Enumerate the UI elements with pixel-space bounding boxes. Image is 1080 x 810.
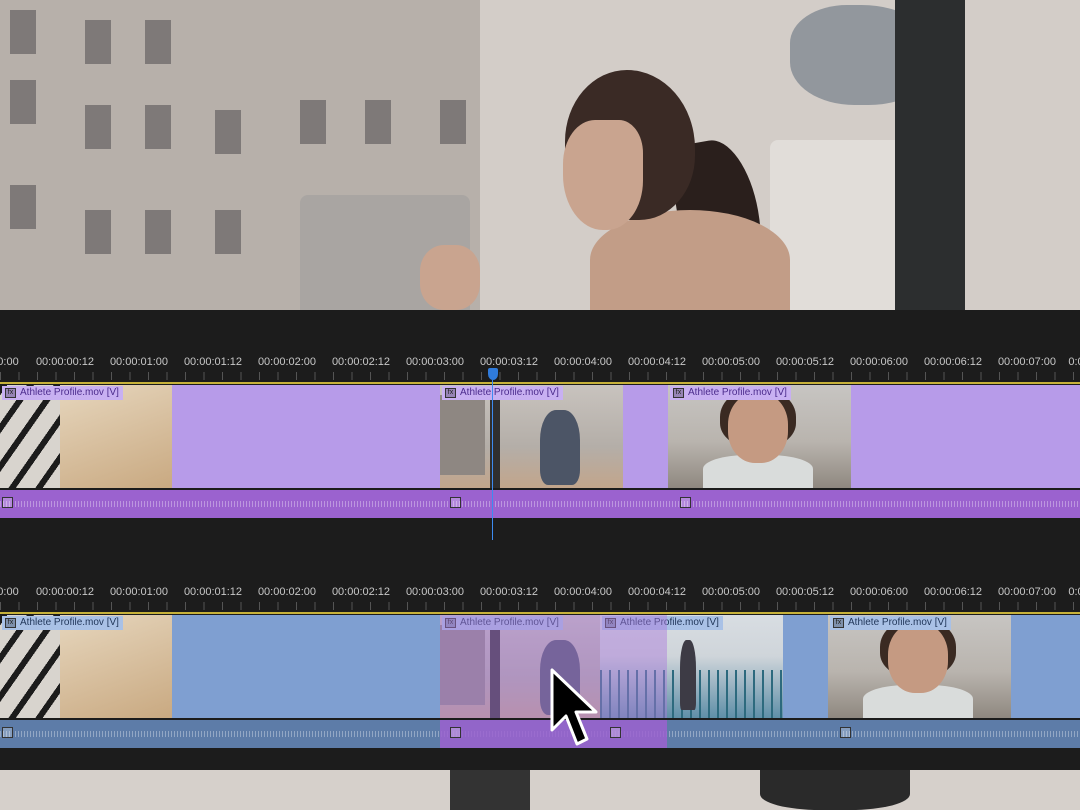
time-ruler[interactable]: 0:00 00:00:00:12 00:00:01:00 00:00:01:12… <box>0 350 1080 380</box>
ruler-ticks <box>0 372 1080 380</box>
timecode-label: 0:0 <box>1068 586 1080 598</box>
timecode-label: 00:00:02:12 <box>331 586 391 598</box>
audio-track[interactable] <box>0 490 1080 518</box>
timecode-label: 00:00:03:00 <box>405 586 465 598</box>
clip-thumbnail <box>828 615 1011 718</box>
ruler-ticks <box>0 602 1080 610</box>
fx-icon <box>610 727 621 738</box>
clip-label: fx Athlete Profile.mov [V] <box>670 386 791 400</box>
clip-label: fx Athlete Profile.mov [V] <box>830 616 951 630</box>
timecode-label: 00:00:06:12 <box>923 586 983 598</box>
fx-icon <box>450 727 461 738</box>
timecode-label: 00:00:02:00 <box>257 586 317 598</box>
timecode-label: 00:00:02:00 <box>257 356 317 368</box>
clip-thumbnail <box>0 385 172 488</box>
timecode-label: 00:00:04:00 <box>553 586 613 598</box>
fx-icon <box>840 727 851 738</box>
clip-label: fx Athlete Profile.mov [V] <box>442 386 563 400</box>
timecode-label: 00:00:06:00 <box>849 586 909 598</box>
fx-icon: fx <box>445 388 456 398</box>
timecode-label: 00:00:07:00 <box>997 586 1057 598</box>
fx-icon: fx <box>673 388 684 398</box>
audio-track[interactable] <box>0 720 1080 748</box>
video-track[interactable]: fx Athlete Profile.mov [V] fx Athlete Prof… <box>0 615 1080 718</box>
timecode-label: 00:00:05:00 <box>701 586 761 598</box>
runner-face <box>563 120 643 230</box>
fx-icon <box>2 497 13 508</box>
clip-label: fx Athlete Profile.mov [V] <box>2 386 123 400</box>
rooftop-tank <box>770 140 910 310</box>
timecode-label: 0:0 <box>1068 356 1080 368</box>
timecode-label: 00:00:01:00 <box>109 586 169 598</box>
playhead-icon[interactable] <box>488 368 498 380</box>
timecode-label: 00:00:01:00 <box>109 356 169 368</box>
fx-icon: fx <box>833 618 844 628</box>
fx-icon: fx <box>5 388 16 398</box>
timecode-label: 00:00:02:12 <box>331 356 391 368</box>
timecode-label: 00:00:04:12 <box>627 356 687 368</box>
timecode-label: 00:00:03:12 <box>479 356 539 368</box>
timecode-label: 00:00:00:12 <box>35 586 95 598</box>
timecode-label: 00:00:05:12 <box>775 586 835 598</box>
video-clip[interactable]: fx Athlete Profile.mov [V] <box>668 385 851 488</box>
runner-hand <box>420 245 480 310</box>
work-area-bar[interactable] <box>0 612 1080 614</box>
mouse-pointer-icon <box>550 668 598 746</box>
timecode-label: 00:00:04:12 <box>627 586 687 598</box>
video-clip[interactable]: fx Athlete Profile.mov [V] <box>0 615 172 718</box>
timecode-label: 00:00:03:12 <box>479 586 539 598</box>
clip-thumbnail <box>668 385 851 488</box>
timeline-panel-before[interactable]: 0:00 00:00:00:12 00:00:01:00 00:00:01:12… <box>0 310 1080 540</box>
timeline-panel-after[interactable]: 0:00 00:00:00:12 00:00:01:00 00:00:01:12… <box>0 540 1080 770</box>
foreground-pillar <box>895 0 965 310</box>
video-track[interactable]: fx Athlete Profile.mov [V] fx Athlete Prof… <box>0 385 1080 488</box>
timecode-label: 00:00:05:00 <box>701 356 761 368</box>
timecode-label: 00:00:06:12 <box>923 356 983 368</box>
timecode-label: 00:00:01:12 <box>183 356 243 368</box>
timecode-label: 00:00:00:12 <box>35 356 95 368</box>
timecode-label: 00:00:01:12 <box>183 586 243 598</box>
background-floor <box>0 770 1080 810</box>
timecode-label: 00:00:03:00 <box>405 356 465 368</box>
playhead-line[interactable] <box>492 380 493 540</box>
audio-waveform <box>0 501 1080 507</box>
clip-thumbnail <box>0 615 172 718</box>
video-clip[interactable]: fx Athlete Profile.mov [V] <box>0 385 172 488</box>
time-ruler[interactable]: 0:00 00:00:00:12 00:00:01:00 00:00:01:12… <box>0 580 1080 610</box>
timecode-label: 0:00 <box>0 356 19 368</box>
work-area-bar[interactable] <box>0 382 1080 384</box>
runner-leg <box>450 770 530 810</box>
timecode-label: 00:00:06:00 <box>849 356 909 368</box>
fx-icon <box>680 497 691 508</box>
video-clip[interactable]: fx Athlete Profile.mov [V] <box>440 385 623 488</box>
fx-icon: fx <box>5 618 16 628</box>
fx-icon <box>450 497 461 508</box>
runner-leg <box>760 770 910 810</box>
clip-label: fx Athlete Profile.mov [V] <box>2 616 123 630</box>
timecode-label: 0:00 <box>0 586 19 598</box>
timecode-label: 00:00:05:12 <box>775 356 835 368</box>
clip-thumbnail <box>440 385 623 488</box>
timecode-label: 00:00:07:00 <box>997 356 1057 368</box>
fx-icon <box>2 727 13 738</box>
video-clip[interactable]: fx Athlete Profile.mov [V] <box>828 615 1011 718</box>
timecode-label: 00:00:04:00 <box>553 356 613 368</box>
